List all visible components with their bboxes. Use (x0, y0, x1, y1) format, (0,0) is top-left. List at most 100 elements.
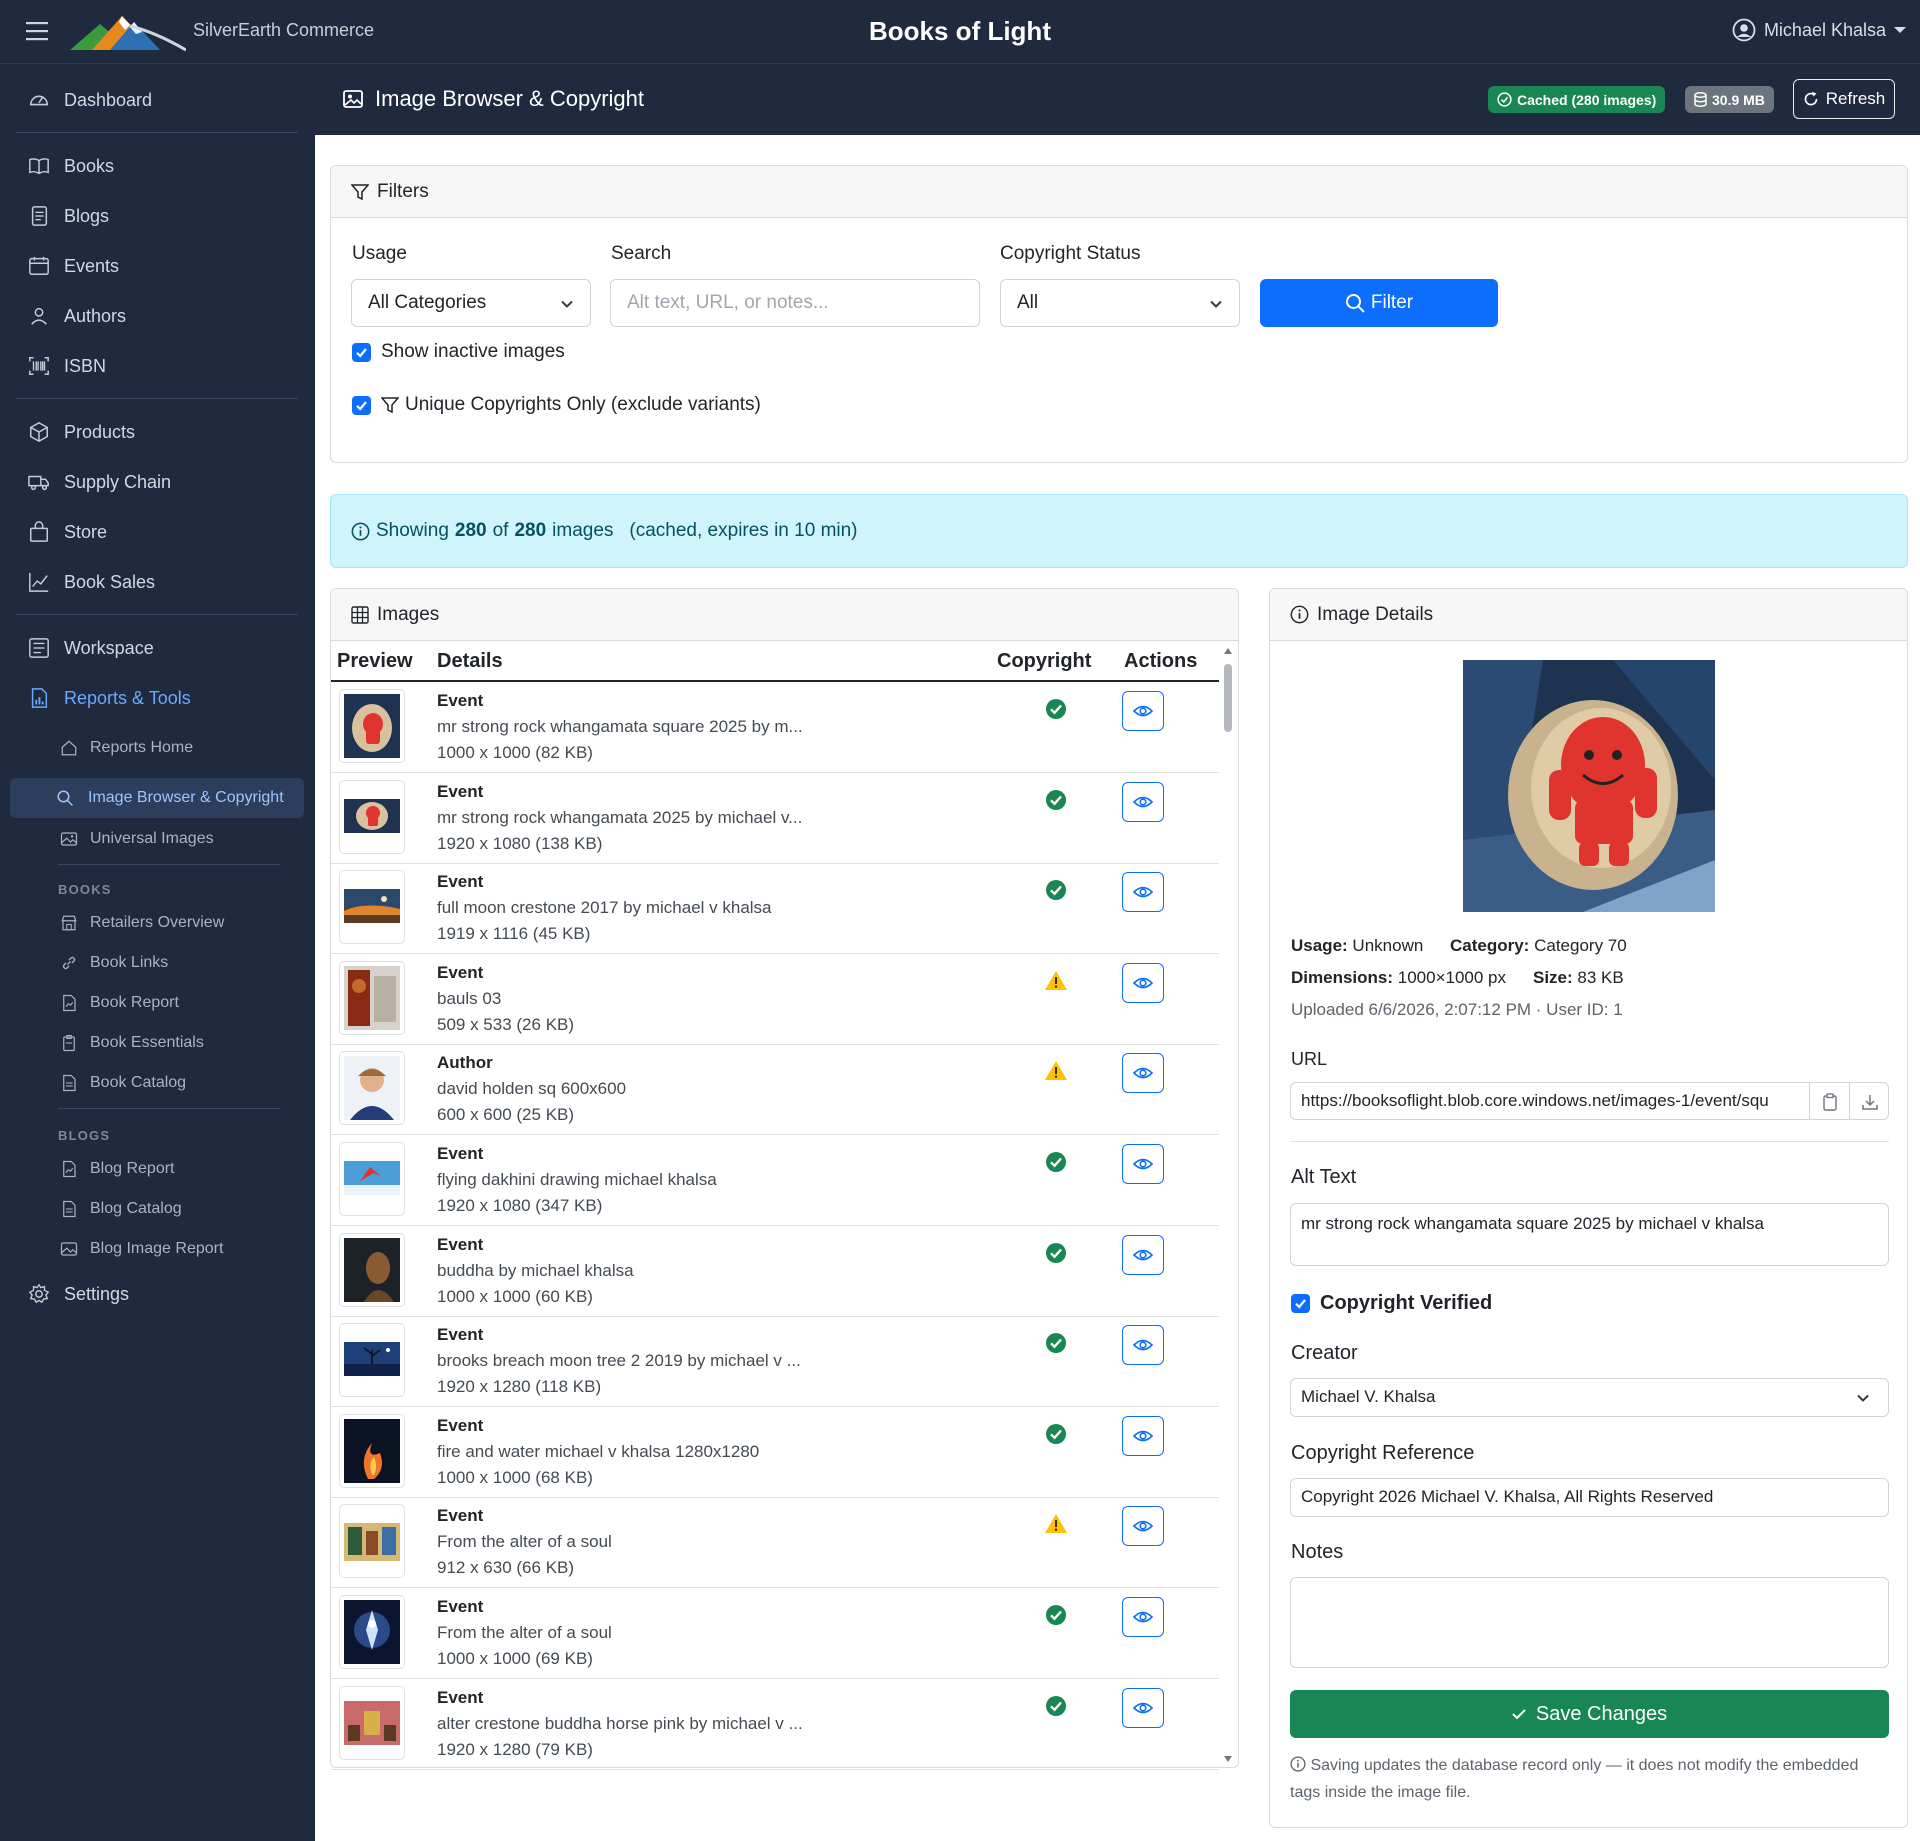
usage-select[interactable]: All Categories (351, 279, 591, 327)
brand-name[interactable]: SilverEarth Commerce (193, 20, 374, 41)
sidebar-item-universal-images[interactable]: Universal Images (48, 822, 304, 856)
notes-label: Notes (1291, 1541, 1344, 1563)
sidebar-item-isbn[interactable]: ISBN (16, 346, 300, 386)
view-button[interactable] (1122, 1234, 1164, 1275)
sidebar-item-books[interactable]: Books (16, 146, 300, 186)
show-inactive-checkbox[interactable]: Show inactive images (352, 341, 565, 363)
graph-icon (29, 572, 49, 592)
sidebar-item-book-sales[interactable]: Book Sales (16, 562, 300, 602)
unique-copyrights-checkbox[interactable]: Unique Copyrights Only (exclude variants… (352, 394, 761, 416)
sidebar-item-book-catalog[interactable]: Book Catalog (48, 1066, 304, 1100)
table-row[interactable]: Event From the alter of a soul 1000 x 1000… (331, 1588, 1219, 1679)
checkbox-checked[interactable] (352, 342, 371, 362)
sidebar-item-dashboard[interactable]: Dashboard (16, 80, 300, 120)
sidebar-item-blogs[interactable]: Blogs (16, 196, 300, 236)
thumbnail[interactable] (339, 689, 405, 763)
sidebar-item-events[interactable]: Events (16, 246, 300, 286)
checkbox-checked[interactable] (1291, 1294, 1310, 1313)
sidebar-item-book-essentials[interactable]: Book Essentials (48, 1026, 304, 1060)
table-row[interactable]: Event buddha by michael khalsa 1000 x 1000… (331, 1226, 1219, 1317)
thumbnail[interactable] (339, 1232, 405, 1307)
save-changes-button[interactable]: Save Changes (1290, 1690, 1889, 1738)
image-preview[interactable] (1463, 660, 1715, 912)
table-scrollbar[interactable] (1222, 646, 1234, 1764)
copyright-verified-checkbox[interactable]: Copyright Verified (1291, 1292, 1492, 1315)
thumbnail[interactable] (339, 960, 405, 1035)
sidebar-item-authors[interactable]: Authors (16, 296, 300, 336)
alt-text-input[interactable]: mr strong rock whangamata square 2025 by… (1290, 1203, 1889, 1266)
copyright-status-select[interactable]: All (1000, 279, 1240, 327)
table-row[interactable]: Event From the alter of a soul 912 x 630 (… (331, 1497, 1219, 1589)
view-button[interactable] (1122, 1687, 1164, 1728)
col-details[interactable]: Details (437, 650, 503, 673)
thumbnail[interactable] (339, 1504, 405, 1579)
view-button[interactable] (1122, 1415, 1164, 1456)
sidebar-item-blog-catalog[interactable]: Blog Catalog (48, 1192, 304, 1226)
sidebar-item-retailers-overview[interactable]: Retailers Overview (48, 906, 304, 940)
sidebar-item-supply-chain[interactable]: Supply Chain (16, 462, 300, 502)
checkbox-checked[interactable] (352, 395, 371, 415)
thumbnail[interactable] (339, 1685, 405, 1760)
mountain-logo[interactable] (70, 10, 186, 52)
search-input[interactable]: Alt text, URL, or notes... (610, 279, 980, 327)
sidebar-item-products[interactable]: Products (16, 412, 300, 452)
thumbnail[interactable] (339, 1323, 405, 1398)
sidebar-item-book-links[interactable]: Book Links (48, 946, 304, 980)
view-button[interactable] (1122, 1506, 1164, 1547)
col-preview[interactable]: Preview (337, 650, 413, 673)
table-row[interactable]: Event alter crestone buddha horse pink by… (331, 1679, 1219, 1770)
table-row[interactable]: Event mr strong rock whangamata square 20… (331, 682, 1219, 773)
sidebar-item-blog-image-report[interactable]: Blog Image Report (48, 1232, 304, 1266)
check-circle-fill-icon (1046, 789, 1066, 810)
url-input[interactable]: https://booksoflight.blob.core.windows.n… (1290, 1082, 1889, 1120)
check-circle-fill-icon (1046, 1423, 1066, 1444)
sidebar-item-workspace[interactable]: Workspace (16, 628, 300, 668)
thumbnail[interactable] (339, 870, 405, 945)
table-row[interactable]: Event fire and water michael v khalsa 128… (331, 1407, 1219, 1498)
link-icon (62, 956, 76, 970)
table-row[interactable]: Event flying dakhini drawing michael khal… (331, 1135, 1219, 1226)
notes-textarea[interactable] (1290, 1577, 1889, 1668)
scrollbar-thumb[interactable] (1224, 664, 1232, 732)
sidebar-item-book-report[interactable]: Book Report (48, 986, 304, 1020)
creator-select[interactable]: Michael V. Khalsa (1290, 1378, 1889, 1417)
table-row[interactable]: Event bauls 03 509 x 533 (26 KB) (331, 954, 1219, 1045)
thumbnail[interactable] (339, 1413, 405, 1488)
sidebar-item-reports-tools[interactable]: Reports & Tools (16, 678, 300, 718)
sidebar-item-image-browser[interactable]: Image Browser & Copyright (10, 778, 304, 818)
view-button[interactable] (1122, 781, 1164, 822)
download-button[interactable] (1849, 1083, 1888, 1119)
col-copyright[interactable]: Copyright (997, 650, 1091, 673)
view-button[interactable] (1122, 1597, 1164, 1637)
col-actions[interactable]: Actions (1124, 650, 1197, 673)
table-row[interactable]: Event mr strong rock whangamata 2025 by m… (331, 773, 1219, 864)
sidebar-item-reports-home[interactable]: Reports Home (48, 731, 304, 765)
hamburger-menu-icon[interactable] (26, 20, 50, 42)
table-row[interactable]: Event full moon crestone 2017 by michael … (331, 863, 1219, 955)
view-button[interactable] (1122, 1325, 1164, 1366)
table-row[interactable]: Author david holden sq 600x600 600 x 600 (… (331, 1044, 1219, 1136)
sidebar-item-settings[interactable]: Settings (16, 1274, 300, 1314)
copy-url-button[interactable] (1809, 1083, 1849, 1119)
thumbnail[interactable] (339, 779, 405, 854)
sidebar-item-blog-report[interactable]: Blog Report (48, 1152, 304, 1186)
view-button[interactable] (1122, 691, 1164, 731)
view-button[interactable] (1122, 1144, 1164, 1184)
view-button[interactable] (1122, 1053, 1164, 1094)
thumbnail[interactable] (339, 1142, 405, 1216)
thumbnail[interactable] (339, 1595, 405, 1669)
sidebar-item-store[interactable]: Store (16, 512, 300, 552)
copyright-reference-input[interactable]: Copyright 2026 Michael V. Khalsa, All Ri… (1290, 1478, 1889, 1517)
user-menu[interactable]: Michael Khalsa (1732, 18, 1906, 42)
view-button[interactable] (1122, 962, 1164, 1003)
scroll-up-icon[interactable] (1222, 646, 1234, 656)
eye-icon (1133, 705, 1153, 717)
eye-icon (1133, 1521, 1153, 1532)
thumbnail[interactable] (339, 1051, 405, 1126)
refresh-button[interactable]: Refresh (1793, 79, 1895, 119)
image-category: Author (437, 1053, 493, 1073)
scroll-down-icon[interactable] (1222, 1754, 1234, 1764)
view-button[interactable] (1122, 872, 1164, 913)
filter-button[interactable]: Filter (1260, 279, 1498, 327)
table-row[interactable]: Event brooks breach moon tree 2 2019 by m… (331, 1316, 1219, 1408)
